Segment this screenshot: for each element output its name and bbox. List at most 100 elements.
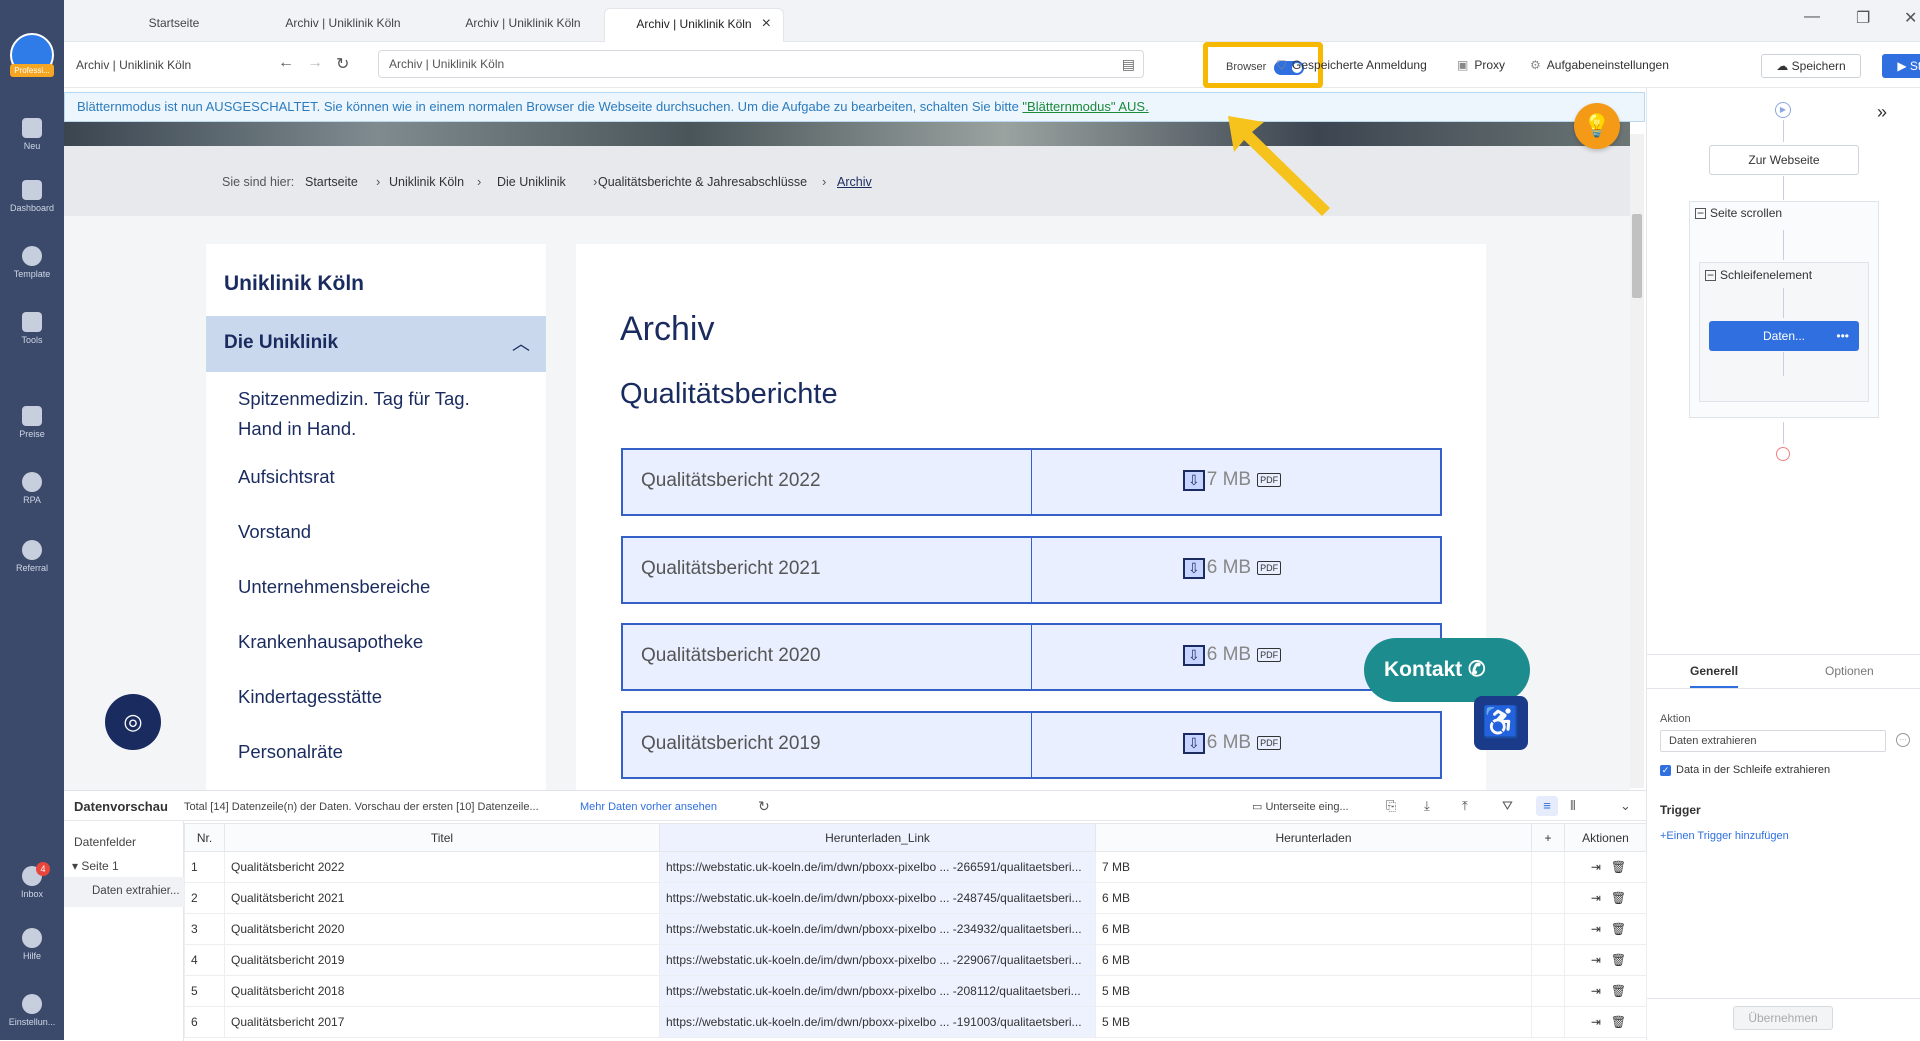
side-nav-item[interactable]: Unternehmensbereiche [238, 572, 430, 602]
saved-login-button[interactable]: ⛉ Gespeicherte Anmeldung [1277, 58, 1427, 73]
tree-item-page[interactable]: ▾ Seite 1 [72, 859, 119, 873]
table-cell[interactable]: Qualitätsbericht 2022 [224, 851, 660, 883]
side-nav-item[interactable]: Aufsichtsrat [238, 462, 335, 492]
table-cell[interactable]: Qualitätsbericht 2020 [224, 913, 660, 945]
trash-icon[interactable]: 🗑 [1611, 953, 1626, 967]
apply-button[interactable]: Übernehmen [1733, 1006, 1833, 1030]
breadcrumb-archiv[interactable]: Archiv [837, 175, 872, 189]
column-view-icon[interactable]: ⦀ [1570, 798, 1576, 814]
tab-archiv-active[interactable]: Archiv | Uniklinik Köln × [604, 8, 784, 42]
breadcrumb-die-uniklinik[interactable]: Die Uniklinik [497, 175, 566, 189]
fingerprint-icon[interactable]: ◎ [105, 694, 161, 750]
table-cell[interactable]: https://webstatic.uk-koeln.de/im/dwn/pbo… [659, 975, 1096, 1007]
restore-icon[interactable]: ❐ [1856, 8, 1870, 28]
export-row-icon[interactable]: ⇥ [1591, 860, 1601, 874]
trash-icon[interactable]: 🗑 [1611, 1015, 1626, 1029]
side-nav-selected[interactable]: Die Uniklinik ︿ [206, 316, 546, 372]
table-cell[interactable]: Qualitätsbericht 2017 [224, 1006, 660, 1038]
table-cell[interactable]: 6 MB [1095, 882, 1532, 914]
report-row[interactable]: Qualitätsbericht 2019 ⇩ 6 MB PDF [621, 711, 1442, 779]
chevron-up-icon[interactable]: ︿ [512, 330, 530, 356]
column-header[interactable]: Herunterladen_Link [659, 823, 1096, 852]
proxy-button[interactable]: ▣ Proxy [1457, 58, 1505, 72]
save-button[interactable]: ☁ Speichern [1761, 54, 1861, 78]
side-nav-item[interactable]: Kindertagesstätte [238, 682, 382, 712]
sidebar-item-preise[interactable]: Preise [0, 406, 64, 439]
breadcrumb-uniklinik[interactable]: Uniklinik Köln [389, 175, 464, 189]
tab-archiv-1[interactable]: Archiv | Uniklinik Köln [262, 8, 424, 42]
lightbulb-icon[interactable]: 💡 [1574, 103, 1620, 149]
minus-icon[interactable]: − [1705, 269, 1716, 281]
table-cell[interactable]: Qualitätsbericht 2019 [224, 944, 660, 976]
flow-node-loop[interactable]: − Schleifenelement [1705, 268, 1812, 282]
export-row-icon[interactable]: ⇥ [1591, 953, 1601, 967]
caret-down-icon[interactable]: ▾ [72, 859, 81, 873]
task-settings-button[interactable]: ⚙ Aufgabeneinstellungen [1530, 58, 1669, 72]
add-column-button[interactable]: + [1531, 823, 1565, 852]
download-link[interactable]: ⇩ 6 MB PDF [1183, 557, 1282, 579]
tab-startseite[interactable]: Startseite [104, 8, 244, 42]
page-info-icon[interactable]: ▤ [1122, 51, 1135, 77]
sidebar-item-inbox[interactable]: Inbox 4 [0, 862, 64, 899]
banner-link[interactable]: "Blätternmodus" AUS. [1022, 99, 1148, 114]
trash-icon[interactable]: 🗑 [1611, 984, 1626, 998]
flow-node-goto[interactable]: Zur Webseite [1709, 145, 1859, 175]
download-link[interactable]: ⇩ 6 MB PDF [1183, 732, 1282, 754]
contact-button[interactable]: Kontakt ✆ [1364, 638, 1530, 702]
minimize-icon[interactable]: — [1804, 8, 1820, 26]
add-trigger-link[interactable]: +Einen Trigger hinzufügen [1660, 830, 1789, 842]
column-header[interactable]: Nr. [184, 823, 225, 852]
side-nav-heading[interactable]: Uniklinik Köln [224, 272, 364, 296]
side-nav-item[interactable]: Vorstand [238, 517, 311, 547]
download-link[interactable]: ⇩ 6 MB PDF [1183, 644, 1282, 666]
collapse-preview-icon[interactable]: ⌄ [1620, 798, 1631, 814]
refresh-icon[interactable]: ↻ [758, 798, 770, 815]
subpage-button[interactable]: ▭ Unterseite eing... [1252, 800, 1349, 813]
extract-in-loop-checkbox[interactable]: ✓ Data in der Schleife extrahieren [1660, 764, 1830, 776]
breadcrumb-startseite[interactable]: Startseite [305, 175, 358, 189]
scrollbar-thumb[interactable] [1632, 214, 1642, 298]
tab-generell[interactable]: Generell [1690, 664, 1739, 688]
sidebar-item-dashboard[interactable]: Dashboard [0, 180, 64, 213]
report-row[interactable]: Qualitätsbericht 2021 ⇩ 6 MB PDF [621, 536, 1442, 604]
accessibility-icon[interactable]: ♿ [1474, 696, 1528, 750]
table-cell[interactable]: https://webstatic.uk-koeln.de/im/dwn/pbo… [659, 882, 1096, 914]
back-icon[interactable]: ← [278, 54, 294, 72]
sidebar-item-tools[interactable]: Tools [0, 312, 64, 345]
sidebar-item-template[interactable]: Template [0, 246, 64, 279]
table-cell[interactable]: Qualitätsbericht 2021 [224, 882, 660, 914]
collapse-panel-icon[interactable]: » [1877, 102, 1887, 123]
download-icon[interactable]: ⤓ [1424, 798, 1430, 814]
page-scrollbar[interactable] [1630, 134, 1644, 788]
trash-icon[interactable]: 🗑 [1611, 860, 1626, 874]
checkbox-checked-icon[interactable]: ✓ [1660, 765, 1671, 776]
export-icon[interactable]: ⎘ [1386, 798, 1396, 814]
sidebar-item-rpa[interactable]: RPA [0, 472, 64, 505]
trash-icon[interactable]: 🗑 [1611, 891, 1626, 905]
table-cell[interactable]: Qualitätsbericht 2018 [224, 975, 660, 1007]
table-cell[interactable]: 6 MB [1095, 944, 1532, 976]
more-data-link[interactable]: Mehr Daten vorher ansehen [580, 801, 717, 813]
table-cell[interactable]: 5 MB [1095, 975, 1532, 1007]
breadcrumb-qualitaetsberichte[interactable]: Qualitätsberichte & Jahresabschlüsse [598, 175, 807, 189]
user-avatar[interactable]: Professi... [10, 33, 54, 77]
tab-archiv-2[interactable]: Archiv | Uniklinik Köln [442, 8, 604, 42]
report-row[interactable]: Qualitätsbericht 2020 ⇩ 6 MB PDF [621, 623, 1442, 691]
table-cell[interactable]: https://webstatic.uk-koeln.de/im/dwn/pbo… [659, 851, 1096, 883]
start-button[interactable]: ▶ Starten [1882, 54, 1920, 78]
trash-icon[interactable]: 🗑 [1611, 922, 1626, 936]
sidebar-item-referral[interactable]: Referral [0, 540, 64, 573]
sidebar-item-neu[interactable]: Neu [0, 118, 64, 151]
table-cell[interactable]: 5 MB [1095, 1006, 1532, 1038]
tab-optionen[interactable]: Optionen [1825, 664, 1874, 678]
table-cell[interactable]: https://webstatic.uk-koeln.de/im/dwn/pbo… [659, 944, 1096, 976]
upload-icon[interactable]: ⤒ [1462, 798, 1468, 814]
side-nav-item[interactable]: Spitzenmedizin. Tag für Tag. Hand in Han… [238, 384, 498, 444]
forward-icon[interactable]: → [307, 54, 323, 72]
close-tab-icon[interactable]: × [762, 9, 771, 39]
column-header[interactable]: Herunterladen [1095, 823, 1532, 852]
table-cell[interactable]: 7 MB [1095, 851, 1532, 883]
export-row-icon[interactable]: ⇥ [1591, 922, 1601, 936]
download-link[interactable]: ⇩ 7 MB PDF [1183, 469, 1282, 491]
more-options-icon[interactable]: ··· [1896, 733, 1910, 747]
